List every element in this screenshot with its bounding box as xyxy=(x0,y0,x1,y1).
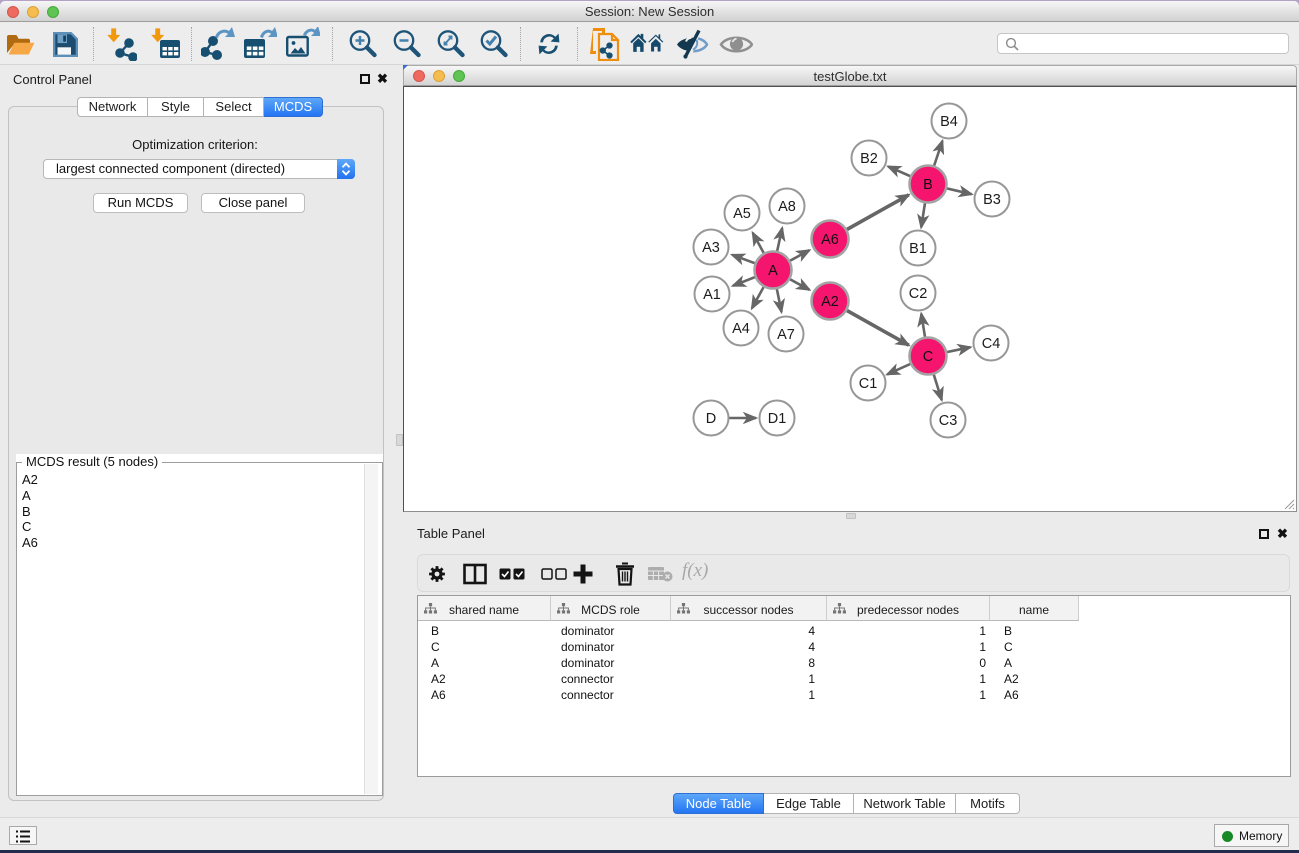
svg-text:A1: A1 xyxy=(703,287,721,303)
svg-text:A8: A8 xyxy=(778,199,796,215)
svg-text:B: B xyxy=(923,177,933,193)
svg-text:C4: C4 xyxy=(982,336,1001,352)
svg-text:B2: B2 xyxy=(860,151,878,167)
svg-text:D1: D1 xyxy=(768,411,787,427)
svg-text:B3: B3 xyxy=(983,192,1001,208)
svg-text:C3: C3 xyxy=(939,413,958,429)
svg-text:D: D xyxy=(706,411,716,427)
svg-text:A3: A3 xyxy=(702,240,720,256)
svg-text:A7: A7 xyxy=(777,327,795,343)
svg-text:C2: C2 xyxy=(909,286,928,302)
svg-text:A: A xyxy=(768,263,778,279)
svg-text:B4: B4 xyxy=(940,114,958,130)
svg-text:A2: A2 xyxy=(821,294,839,310)
svg-text:A6: A6 xyxy=(821,232,839,248)
svg-text:C: C xyxy=(923,349,933,365)
svg-text:A4: A4 xyxy=(732,321,750,337)
svg-text:C1: C1 xyxy=(859,376,878,392)
svg-text:B1: B1 xyxy=(909,241,927,257)
svg-text:A5: A5 xyxy=(733,206,751,222)
